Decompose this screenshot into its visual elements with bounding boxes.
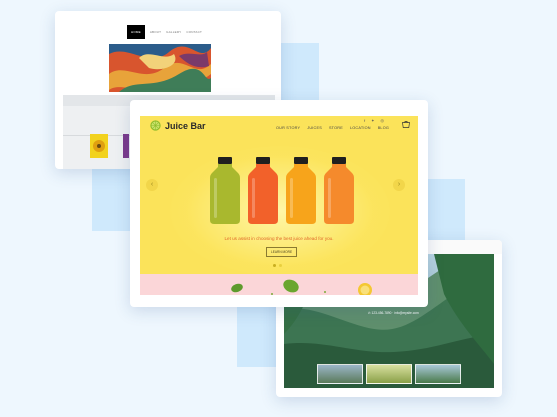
thumbnail-3[interactable] — [415, 364, 461, 384]
nature-contact-info: ✆ 123-456-7890 · info@mysite.com — [368, 311, 419, 315]
instagram-icon[interactable]: ◎ — [380, 118, 384, 123]
nav-juices[interactable]: JUICES — [307, 126, 322, 130]
decor-panel-bottom — [237, 307, 276, 367]
gallery-nav: HOME ABOUT GALLERY CONTACT — [127, 25, 202, 39]
purple-thumbnail — [123, 134, 129, 158]
carousel-dot-1[interactable] — [273, 264, 276, 267]
carousel-next-button[interactable]: › — [393, 179, 405, 191]
thumbnail-2[interactable] — [366, 364, 412, 384]
twitter-icon[interactable]: ✦ — [371, 118, 374, 123]
juice-bar-logo[interactable]: Juice Bar — [150, 120, 206, 131]
carousel-dot-2[interactable] — [279, 264, 282, 267]
thumbnail-1[interactable] — [317, 364, 363, 384]
fruit-decorations — [231, 279, 372, 295]
juice-nav-menu: OUR STORY JUICES STORE LOCATION BLOG — [276, 126, 389, 130]
carousel-dots — [273, 264, 282, 267]
gallery-nav-about[interactable]: ABOUT — [150, 30, 161, 34]
juice-bar-template-card[interactable]: Juice Bar f ✦ ◎ OUR STORY JUICES STORE L… — [130, 100, 428, 307]
juice-bottle-2 — [248, 157, 278, 224]
abstract-painting — [109, 44, 211, 92]
juice-bottle-1 — [210, 157, 240, 224]
nature-thumbnails — [317, 364, 461, 384]
learn-more-button[interactable]: LEARN MORE — [266, 247, 298, 257]
juice-bar-site: Juice Bar f ✦ ◎ OUR STORY JUICES STORE L… — [140, 116, 418, 295]
facebook-icon[interactable]: f — [364, 118, 365, 123]
nav-our-story[interactable]: OUR STORY — [276, 126, 300, 130]
decor-panel-left — [92, 169, 130, 231]
juice-bottle-3 — [286, 157, 316, 224]
carousel-prev-button[interactable]: ‹ — [146, 179, 158, 191]
brand-name: Juice Bar — [165, 120, 206, 131]
social-links: f ✦ ◎ — [364, 118, 384, 123]
gallery-nav-gallery[interactable]: GALLERY — [166, 30, 181, 34]
gallery-nav-contact[interactable]: CONTACT — [186, 30, 202, 34]
decor-panel-top — [281, 43, 319, 101]
juice-bottle-4 — [324, 157, 354, 224]
hero-tagline: Let us assist in choosing the best juice… — [224, 236, 334, 241]
lime-slice-icon — [150, 120, 161, 131]
flower-thumbnail — [90, 134, 108, 158]
nav-location[interactable]: LOCATION — [350, 126, 371, 130]
gallery-nav-home[interactable]: HOME — [127, 25, 145, 39]
nav-store[interactable]: STORE — [329, 126, 343, 130]
juice-bottles — [210, 157, 354, 224]
fruit-section-strip — [140, 274, 418, 295]
decor-panel-right — [428, 179, 465, 241]
nav-blog[interactable]: BLOG — [378, 126, 389, 130]
cart-icon[interactable] — [402, 121, 410, 128]
